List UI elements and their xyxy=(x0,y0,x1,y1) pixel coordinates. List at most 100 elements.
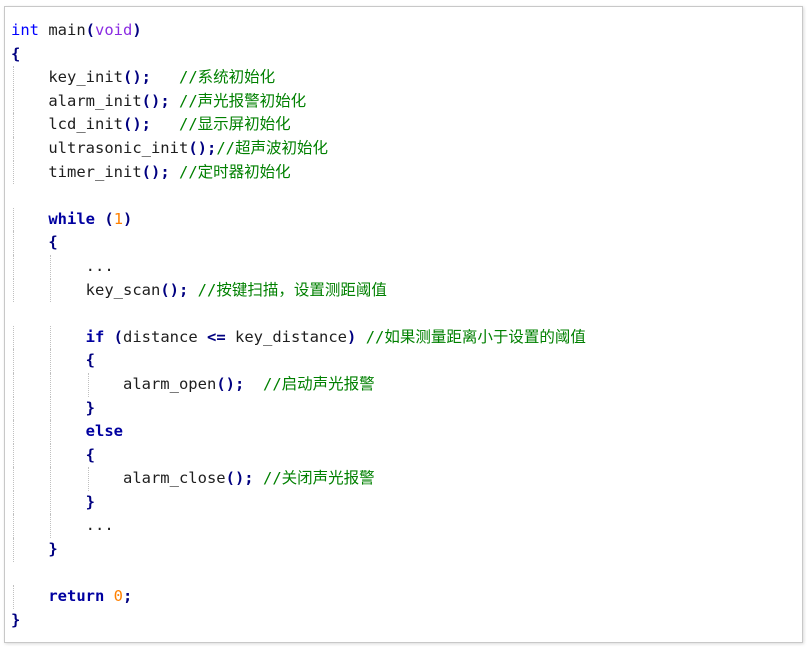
code-line: if (distance <= key_distance) //如果测量距离小于… xyxy=(11,325,586,350)
code-token: key_distance xyxy=(225,327,348,346)
code-token: lcd_init xyxy=(48,115,123,134)
code-line: } xyxy=(11,538,586,562)
indent-guide xyxy=(13,207,14,232)
code-line: timer_init(); //定时器初始化 xyxy=(11,160,586,185)
code-line: else xyxy=(11,420,586,444)
code-line: alarm_init(); //声光报警初始化 xyxy=(11,89,586,114)
code-token: (); xyxy=(122,68,151,87)
code-token: { xyxy=(48,233,58,252)
code-token: key_init xyxy=(48,68,123,87)
code-token: (); xyxy=(225,469,254,488)
code-token: distance xyxy=(123,327,208,346)
indent-guide xyxy=(50,278,52,303)
code-token: ultrasonic_init xyxy=(48,138,189,157)
code-token: ... xyxy=(85,256,114,275)
indent-guide xyxy=(13,136,14,161)
indent-guide xyxy=(13,89,14,114)
indent-guide xyxy=(13,538,14,562)
code-token: ) xyxy=(123,209,133,228)
indent-guide xyxy=(13,396,14,421)
indent-guide xyxy=(13,443,14,468)
code-token: if xyxy=(85,327,105,346)
code-line: int main(void) xyxy=(11,19,586,43)
code-line: key_init(); //系统初始化 xyxy=(11,66,586,90)
indent-guide xyxy=(50,420,52,444)
code-token: //启动声光报警 xyxy=(262,374,375,393)
code-line: } xyxy=(11,396,586,421)
code-line: alarm_close(); //关闭声光报警 xyxy=(11,467,586,491)
code-token: //定时器初始化 xyxy=(179,162,291,181)
code-token: return xyxy=(48,587,105,606)
indent-guide xyxy=(50,349,52,373)
code-token: { xyxy=(11,44,21,63)
indent-guide xyxy=(13,66,14,90)
code-token: (); xyxy=(141,162,170,181)
code-block: int main(void){ key_init(); //系统初始化 alar… xyxy=(11,19,586,632)
code-line: { xyxy=(11,43,586,67)
code-token: } xyxy=(48,540,58,559)
indent-guide xyxy=(87,372,89,397)
code-line: ... xyxy=(11,254,586,279)
code-token: ( xyxy=(85,21,96,39)
indent-guide xyxy=(50,396,52,421)
indent-guide xyxy=(13,372,14,397)
code-token: alarm_open xyxy=(122,374,217,393)
indent-guide xyxy=(13,467,14,491)
code-token: ... xyxy=(85,516,114,535)
code-token: //超声波初始化 xyxy=(216,138,328,157)
indent-guide xyxy=(50,325,52,350)
code-token: <= xyxy=(207,327,226,346)
indent-guide xyxy=(13,585,14,609)
code-token: void xyxy=(95,21,133,39)
indent-guide xyxy=(50,514,52,539)
indent-guide xyxy=(13,113,14,137)
indent-guide xyxy=(13,349,14,373)
code-line: } xyxy=(11,490,586,515)
code-line: ... xyxy=(11,514,586,539)
indent-guide xyxy=(50,443,52,468)
code-token: //显示屏初始化 xyxy=(178,115,291,134)
code-line: { xyxy=(11,231,586,255)
code-token: ; xyxy=(123,587,133,606)
code-token: ) xyxy=(347,327,357,346)
indent-guide xyxy=(13,514,14,539)
code-token: (); xyxy=(141,91,170,110)
code-screenshot-frame: int main(void){ key_init(); //系统初始化 alar… xyxy=(4,6,803,643)
indent-guide xyxy=(13,254,14,279)
code-token: //关闭声光报警 xyxy=(262,469,375,488)
indent-guide xyxy=(50,372,52,397)
code-token: //系统初始化 xyxy=(178,68,276,87)
code-token: timer_init xyxy=(48,162,142,181)
indent-guide xyxy=(13,325,14,350)
code-line: } xyxy=(11,609,586,633)
code-token: alarm_init xyxy=(48,91,142,110)
code-token: //声光报警初始化 xyxy=(179,91,307,110)
indent-guide xyxy=(13,231,14,255)
